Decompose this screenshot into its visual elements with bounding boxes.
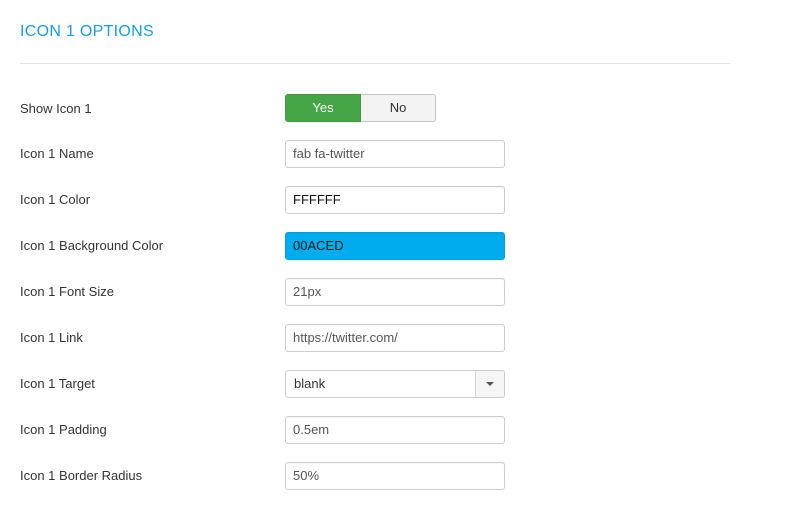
row-icon-font-size: Icon 1 Font Size [0,278,800,306]
icon-background-color-label: Icon 1 Background Color [20,238,164,253]
icon-target-select[interactable]: blank [285,370,505,398]
icon-link-label: Icon 1 Link [20,330,83,345]
icon-padding-label: Icon 1 Padding [20,422,107,437]
icon-name-label: Icon 1 Name [20,146,94,161]
icon-color-label: Icon 1 Color [20,192,91,207]
row-icon-link: Icon 1 Link [0,324,800,352]
row-icon-target: Icon 1 Target blank [0,370,800,398]
icon-target-dropdown-toggle[interactable] [475,371,504,397]
icon-color-input[interactable] [285,186,505,214]
row-icon-padding: Icon 1 Padding [0,416,800,444]
chevron-down-icon [486,382,494,386]
icon-border-radius-input[interactable] [285,462,505,490]
row-icon-background-color: Icon 1 Background Color [0,232,800,260]
icon-font-size-input[interactable] [285,278,505,306]
icon-name-input[interactable] [285,140,505,168]
row-icon-color: Icon 1 Color [0,186,800,214]
section-divider [20,63,730,64]
icon-options-panel: ICON 1 OPTIONS Show Icon 1 Yes No Icon 1… [0,0,800,514]
icon-font-size-label: Icon 1 Font Size [20,284,114,299]
icon-target-selected-value: blank [294,376,326,391]
show-icon-no-button[interactable]: No [361,94,436,122]
icon-padding-input[interactable] [285,416,505,444]
icon-border-radius-label: Icon 1 Border Radius [20,468,143,483]
show-icon-label: Show Icon 1 [20,101,92,116]
show-icon-yes-button[interactable]: Yes [285,94,361,122]
section-title: ICON 1 OPTIONS [20,23,154,40]
icon-background-color-input[interactable] [285,232,505,260]
row-icon-name: Icon 1 Name [0,140,800,168]
row-show-icon: Show Icon 1 Yes No [0,94,800,123]
show-icon-toggle: Yes No [285,94,436,122]
icon-link-input[interactable] [285,324,505,352]
icon-target-label: Icon 1 Target [20,376,95,391]
row-icon-border-radius: Icon 1 Border Radius [0,462,800,490]
